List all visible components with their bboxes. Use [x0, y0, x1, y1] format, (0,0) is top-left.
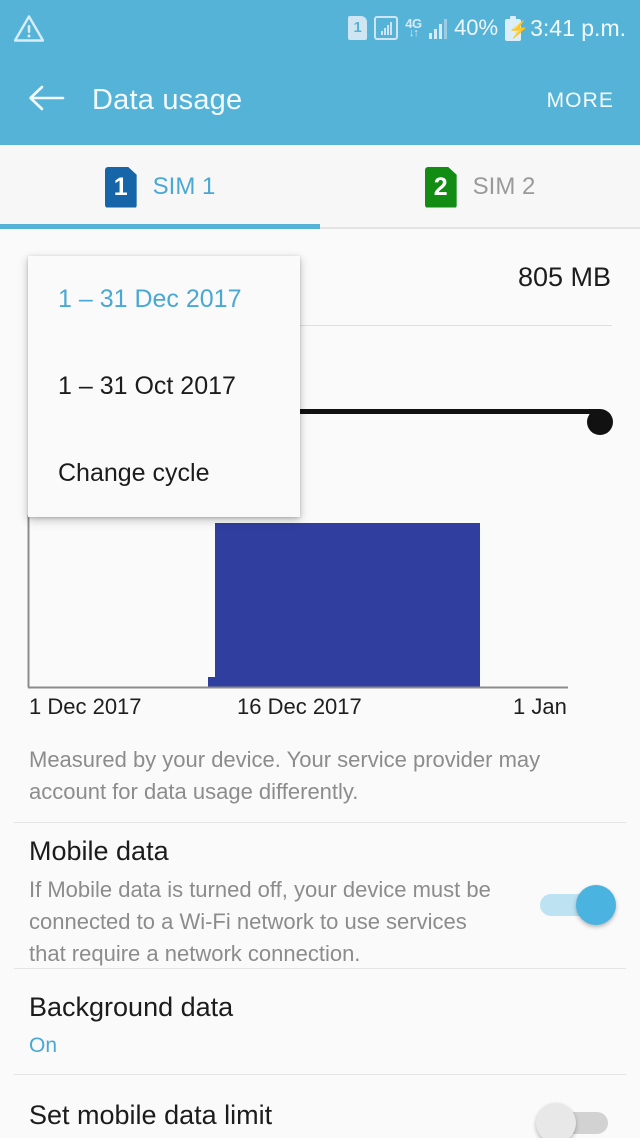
data-limit-handle[interactable]: [587, 409, 613, 435]
sim-indicator-icon: 1: [348, 16, 368, 40]
mobile-data-title: Mobile data: [29, 836, 169, 866]
back-button[interactable]: [26, 81, 66, 121]
signal-bars-icon: [428, 17, 448, 39]
mobile-data-toggle[interactable]: [540, 885, 616, 925]
billing-cycle-dropdown[interactable]: 1 – 31 Dec 2017 1 – 31 Oct 2017 Change c…: [28, 256, 300, 517]
usage-total-label: 805 MB: [517, 261, 611, 292]
network-arrows-icon: ↓↑: [408, 27, 419, 39]
usage-area-series: [208, 523, 480, 687]
mobile-data-divider: [14, 968, 626, 969]
background-data-status: On: [29, 1034, 58, 1057]
sim-tabs: 1 SIM 1 2 SIM 2: [0, 145, 640, 229]
status-bar: 1 4G ↓↑ 40% ⚡ 3:41 p.m.: [0, 0, 640, 56]
tab-sim-1[interactable]: 1 SIM 1: [0, 145, 320, 229]
tab-sim-2[interactable]: 2 SIM 2: [320, 145, 640, 229]
tab-sim-2-label: SIM 2: [472, 173, 536, 200]
setting-mobile-data[interactable]: Mobile data If Mobile data is turned off…: [0, 836, 640, 970]
sim2-card-icon: 2: [424, 166, 457, 208]
battery-percent-label: 40%: [454, 15, 499, 40]
battery-charging-icon: ⚡: [505, 15, 529, 41]
data-usage-screen: 1 4G ↓↑ 40% ⚡ 3:41 p.m. Data usage MORE: [0, 0, 640, 1138]
status-bar-right: 1 4G ↓↑ 40% ⚡ 3:41 p.m.: [348, 15, 626, 42]
setting-set-mobile-data-limit[interactable]: Set mobile data limit: [0, 1100, 640, 1138]
network-type-icon: 4G ↓↑: [405, 17, 422, 39]
chart-x-tick-end: 1 Jan: [513, 694, 567, 719]
toggle-thumb: [576, 885, 616, 925]
signal-box-icon: [374, 16, 399, 40]
background-data-divider: [14, 1074, 626, 1075]
tab-sim-1-label: SIM 1: [152, 173, 216, 200]
chart-x-tick-start: 1 Dec 2017: [29, 694, 142, 719]
dropdown-item-oct-2017[interactable]: 1 – 31 Oct 2017: [28, 343, 300, 430]
dropdown-item-dec-2017[interactable]: 1 – 31 Dec 2017: [28, 256, 300, 343]
toggle-thumb: [536, 1103, 576, 1138]
clock-label: 3:41 p.m.: [530, 14, 626, 41]
chart-x-tick-mid: 16 Dec 2017: [237, 694, 362, 719]
more-button[interactable]: MORE: [547, 89, 614, 113]
page-title: Data usage: [92, 84, 243, 116]
info-divider: [14, 822, 626, 823]
status-bar-left: [14, 14, 44, 42]
back-arrow-icon: [27, 83, 65, 118]
mobile-data-description: If Mobile data is turned off, your devic…: [29, 877, 491, 966]
sim1-card-icon: 1: [104, 166, 137, 208]
dropdown-item-change-cycle[interactable]: Change cycle: [28, 430, 300, 517]
measurement-disclaimer: Measured by your device. Your service pr…: [29, 747, 541, 804]
action-bar: Data usage MORE: [0, 56, 640, 145]
background-data-title: Background data: [29, 992, 234, 1022]
setting-background-data[interactable]: Background data On: [0, 992, 640, 1062]
warning-triangle-icon: [14, 14, 44, 42]
set-mobile-data-limit-toggle[interactable]: [536, 1103, 616, 1138]
